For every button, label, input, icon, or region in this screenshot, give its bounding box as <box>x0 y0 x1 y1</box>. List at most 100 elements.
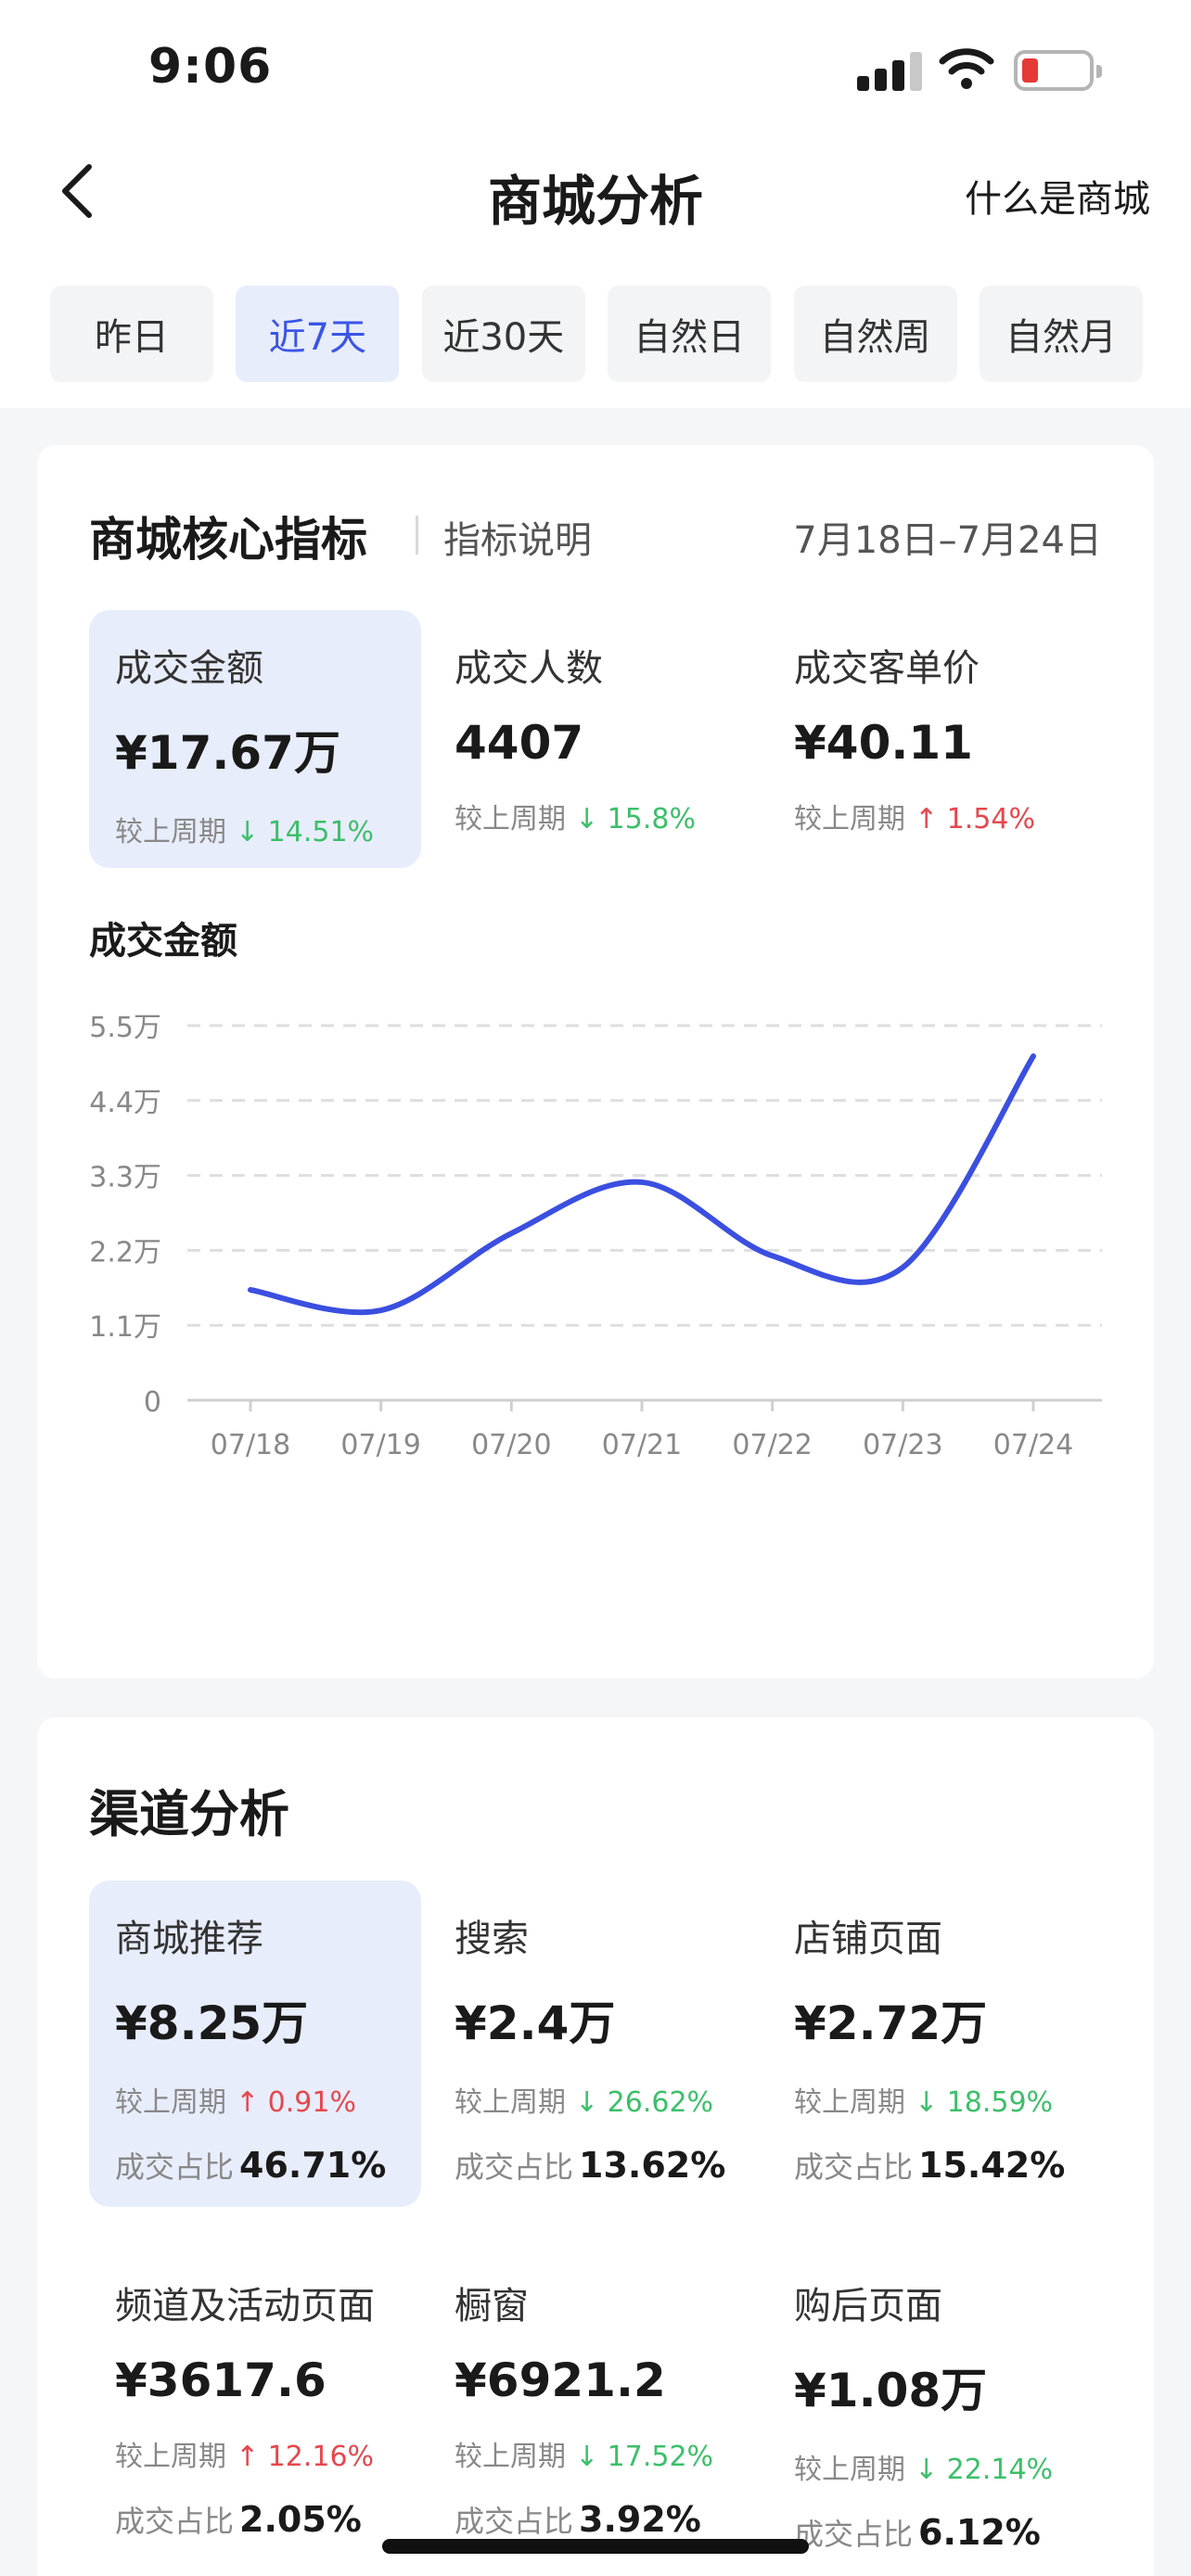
metric-label: 成交金额 <box>115 647 263 690</box>
channel-store-page[interactable]: 店铺页面 ¥2.72万 较上周期 ↓ 18.59% 成交占比 15.42% <box>768 1881 1100 2207</box>
metric-label: 成交人数 <box>455 647 603 690</box>
channel-search[interactable]: 搜索 ¥2.4万 较上周期 ↓ 26.62% 成交占比 13.62% <box>429 1881 761 2207</box>
x-tick-label: 07/19 <box>340 1429 420 1461</box>
wifi-icon <box>939 48 994 89</box>
channel-share: 成交占比 3.92% <box>455 2498 761 2541</box>
channel-showcase[interactable]: 橱窗 ¥6921.2 较上周期 ↓ 17.52% 成交占比 3.92% <box>429 2248 761 2574</box>
compare-label: 较上周期 <box>455 2441 566 2473</box>
share-label: 成交占比 <box>115 2149 235 2185</box>
share-value: 15.42% <box>918 2145 1066 2186</box>
compare-label: 较上周期 <box>115 2441 226 2473</box>
share-label: 成交占比 <box>455 2149 574 2185</box>
share-value: 3.92% <box>579 2499 701 2540</box>
metric-gmv[interactable]: 成交金额 ¥17.67万 较上周期 ↓ 14.51% <box>89 610 421 868</box>
status-time: 9:06 <box>148 39 273 95</box>
change-down-badge: ↓ 22.14% <box>915 2454 1054 2486</box>
share-label: 成交占比 <box>794 2149 914 2185</box>
share-label: 成交占比 <box>115 2504 235 2539</box>
change-up-badge: ↑ 12.16% <box>236 2441 375 2473</box>
channel-analysis-card: 渠道分析 商城推荐 ¥8.25万 较上周期 ↑ 0.91% 成交占比 46.71% … <box>37 1717 1154 2576</box>
share-value: 13.62% <box>579 2145 726 2186</box>
metric-value: ¥40.11 <box>794 716 973 770</box>
metric-compare: 较上周期 ↓ 15.8% <box>455 796 761 836</box>
channel-share: 成交占比 13.62% <box>455 2144 761 2187</box>
channel-value: ¥2.72万 <box>794 1996 988 2050</box>
metric-label: 成交客单价 <box>794 647 980 690</box>
metric-buyers[interactable]: 成交人数 4407 较上周期 ↓ 15.8% <box>429 610 761 868</box>
y-tick-label: 1.1万 <box>89 1311 161 1344</box>
core-metrics-card: 商城核心指标 指标说明 7月18日–7月24日 成交金额 ¥17.67万 较上周… <box>37 445 1154 1678</box>
change-down-badge: ↓ 14.51% <box>236 816 375 848</box>
x-tick-label: 07/22 <box>732 1429 812 1461</box>
gmv-line-chart: 0 1.1万 2.2万 3.3万 4.4万 5.5万 07/18 07/19 07/20 07/2… <box>89 1012 1102 1461</box>
change-up-badge: ↑ 1.54% <box>915 803 1035 835</box>
what-is-mall-link[interactable]: 什么是商城 <box>965 169 1150 223</box>
channel-compare: 较上周期 ↓ 18.59% <box>794 2079 1100 2120</box>
compare-label: 较上周期 <box>794 803 905 835</box>
share-label: 成交占比 <box>794 2517 914 2552</box>
metric-value: ¥17.67万 <box>115 726 340 780</box>
title-divider <box>416 516 418 555</box>
channel-analysis-title: 渠道分析 <box>89 1785 289 1843</box>
channel-compare: 较上周期 ↓ 26.62% <box>455 2079 761 2120</box>
y-tick-label: 2.2万 <box>89 1236 161 1269</box>
channel-value: ¥2.4万 <box>455 1996 616 2050</box>
cellular-signal-icon <box>857 48 924 91</box>
channel-share: 成交占比 6.12% <box>794 2511 1100 2554</box>
tab-yesterday[interactable]: 昨日 <box>50 286 213 382</box>
change-down-badge: ↓ 18.59% <box>915 2086 1054 2119</box>
chart-title: 成交金额 <box>89 920 237 963</box>
channel-compare: 较上周期 ↓ 17.52% <box>455 2433 761 2474</box>
channel-label: 购后页面 <box>794 2285 942 2327</box>
channel-compare: 较上周期 ↓ 22.14% <box>794 2446 1100 2487</box>
date-range-tabs: 昨日 近7天 近30天 自然日 自然周 自然月 <box>50 286 1143 384</box>
channel-value: ¥1.08万 <box>794 2364 988 2417</box>
channel-label: 频道及活动页面 <box>115 2285 375 2327</box>
tab-last-30-days[interactable]: 近30天 <box>421 286 585 382</box>
share-value: 2.05% <box>239 2499 362 2540</box>
tab-last-7-days[interactable]: 近7天 <box>236 286 400 382</box>
x-tick-label: 07/23 <box>863 1429 942 1461</box>
home-indicator[interactable] <box>382 2539 809 2554</box>
channel-share: 成交占比 2.05% <box>115 2498 421 2541</box>
channel-mall-recommend[interactable]: 商城推荐 ¥8.25万 较上周期 ↑ 0.91% 成交占比 46.71% <box>89 1881 421 2207</box>
y-tick-label: 4.4万 <box>89 1087 161 1119</box>
core-metrics-title: 商城核心指标 <box>89 513 367 567</box>
metric-compare: 较上周期 ↑ 1.54% <box>794 796 1100 836</box>
y-tick-label: 0 <box>144 1386 161 1419</box>
metric-compare: 较上周期 ↓ 14.51% <box>115 809 421 849</box>
channel-activity-page[interactable]: 频道及活动页面 ¥3617.6 较上周期 ↑ 12.16% 成交占比 2.05% <box>89 2248 421 2574</box>
change-down-badge: ↓ 15.8% <box>575 803 696 835</box>
metric-avg-order-value[interactable]: 成交客单价 ¥40.11 较上周期 ↑ 1.54% <box>768 610 1100 868</box>
x-tick-label: 07/21 <box>602 1429 682 1461</box>
gmv-series-line <box>248 1053 1036 1316</box>
channel-post-purchase-page[interactable]: 购后页面 ¥1.08万 较上周期 ↓ 22.14% 成交占比 6.12% <box>768 2248 1100 2574</box>
tab-natural-month[interactable]: 自然月 <box>979 286 1143 382</box>
date-range-label: 7月18日–7月24日 <box>793 519 1102 562</box>
channel-label: 橱窗 <box>455 2285 529 2327</box>
y-tick-label: 5.5万 <box>89 1012 161 1044</box>
x-tick-label: 07/18 <box>211 1429 290 1461</box>
change-up-badge: ↑ 0.91% <box>236 2086 356 2119</box>
battery-icon <box>1014 50 1102 91</box>
channel-label: 商城推荐 <box>115 1918 263 1960</box>
tab-natural-week[interactable]: 自然周 <box>793 286 957 382</box>
channel-label: 店铺页面 <box>794 1918 942 1960</box>
channel-compare: 较上周期 ↑ 12.16% <box>115 2433 421 2474</box>
tab-natural-day[interactable]: 自然日 <box>608 286 772 382</box>
y-tick-label: 3.3万 <box>89 1162 161 1194</box>
channel-value: ¥6921.2 <box>455 2353 666 2407</box>
share-value: 6.12% <box>918 2512 1041 2553</box>
x-tick-label: 07/24 <box>993 1429 1073 1461</box>
compare-label: 较上周期 <box>115 816 226 848</box>
channel-label: 搜索 <box>455 1918 529 1960</box>
metric-value: 4407 <box>455 716 584 770</box>
channel-value: ¥3617.6 <box>115 2353 327 2407</box>
compare-label: 较上周期 <box>794 2454 905 2486</box>
compare-label: 较上周期 <box>794 2086 905 2119</box>
x-tick-label: 07/20 <box>471 1429 551 1461</box>
compare-label: 较上周期 <box>455 803 566 835</box>
share-label: 成交占比 <box>455 2504 574 2539</box>
metric-explanation-link[interactable]: 指标说明 <box>443 510 592 564</box>
channel-share: 成交占比 15.42% <box>794 2144 1100 2187</box>
